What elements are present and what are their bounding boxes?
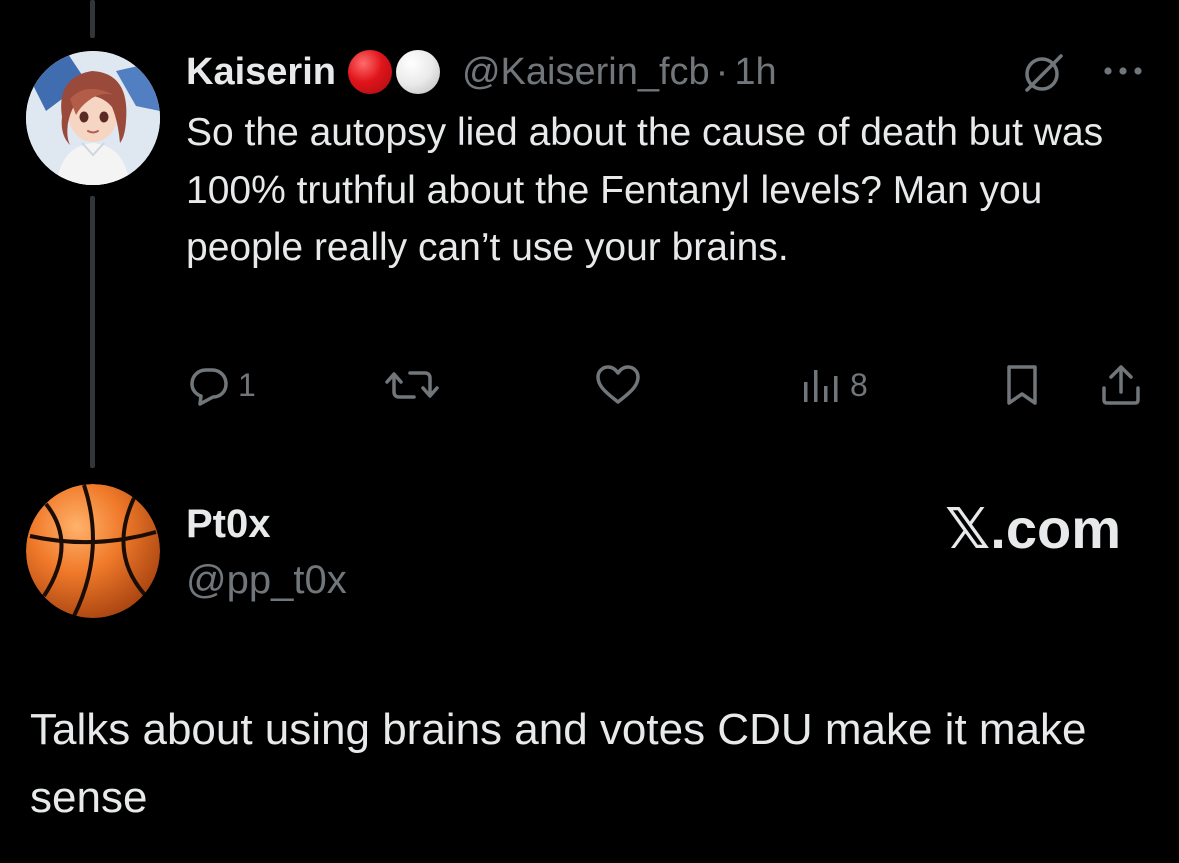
bookmark-button[interactable] — [1002, 362, 1042, 408]
tweet-timestamp[interactable]: 1h — [734, 51, 776, 94]
quoter-handle[interactable]: @pp_t0x — [186, 558, 347, 603]
header-separator: · — [715, 50, 729, 93]
kaiserin-avatar[interactable] — [26, 51, 160, 185]
ptox-avatar[interactable] — [26, 484, 160, 618]
author-display-name[interactable]: Kaiserin — [186, 51, 336, 94]
tweet-header: Kaiserin @Kaiserin_fcb · 1h — [186, 48, 777, 96]
views-count: 8 — [850, 366, 868, 403]
quote-body-text: Talks about using brains and votes CDU m… — [30, 705, 1087, 822]
more-options-icon[interactable] — [1100, 56, 1146, 86]
tweet-body-text: So the autopsy lied about the cause of d… — [186, 111, 1104, 269]
white-circle-emoji-icon — [395, 50, 440, 94]
thread-connector — [90, 196, 95, 468]
share-button[interactable] — [1098, 362, 1144, 408]
views-button[interactable]: 8 — [800, 362, 868, 408]
grok-icon[interactable] — [1022, 52, 1064, 94]
x-com-logo: 𝕏.com — [945, 497, 1121, 560]
like-button[interactable] — [594, 362, 648, 408]
reply-count: 1 — [238, 366, 256, 403]
red-circle-emoji-icon — [347, 50, 392, 94]
reply-button[interactable]: 1 — [186, 362, 256, 408]
reply-icon — [190, 368, 228, 406]
analytics-bars-icon — [804, 370, 838, 402]
basketball-icon — [26, 484, 160, 618]
retweet-icon — [385, 371, 439, 399]
quoter-display-name[interactable]: Pt0x — [186, 502, 271, 547]
retweet-button[interactable] — [384, 362, 446, 408]
author-handle[interactable]: @Kaiserin_fcb — [462, 51, 710, 94]
heart-icon — [596, 365, 640, 404]
bookmark-icon — [1007, 365, 1037, 405]
thread-connector-top — [90, 0, 95, 38]
tweet-actions-bar: 1 8 — [186, 362, 1148, 408]
share-icon — [1102, 365, 1140, 405]
anime-girl-avatar-icon — [26, 51, 160, 185]
